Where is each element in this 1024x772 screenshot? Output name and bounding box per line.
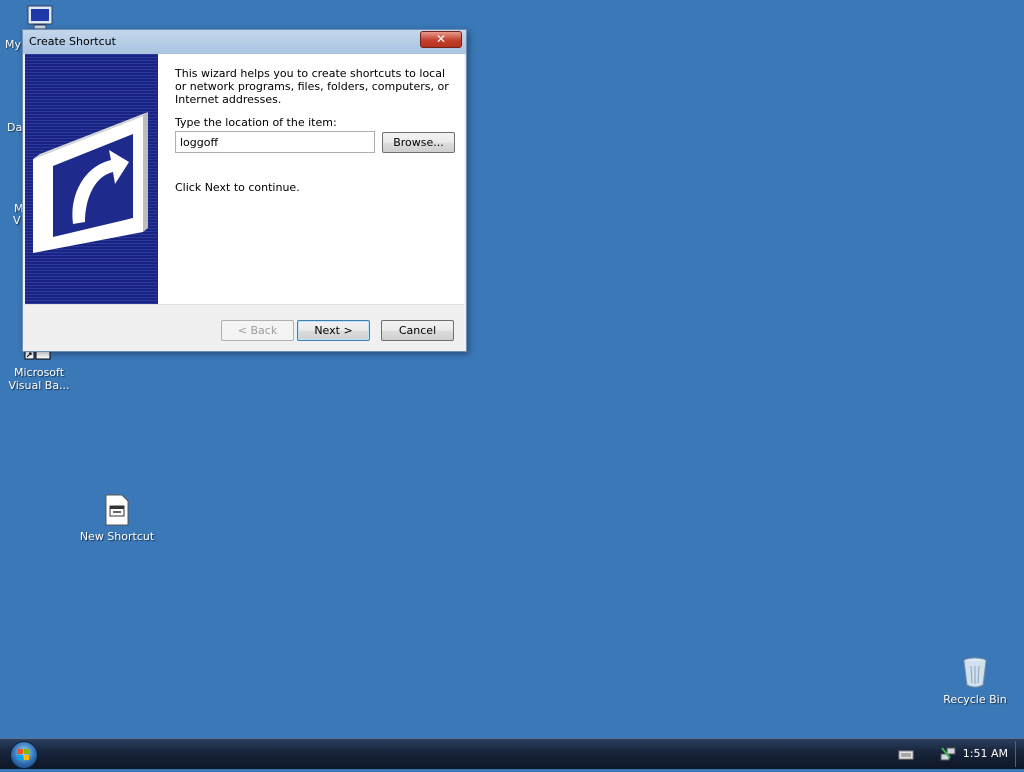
start-button[interactable] [10,741,38,769]
desktop-icon-new-shortcut[interactable]: New Shortcut [77,494,157,543]
desktop-icon-recycle-bin[interactable]: Recycle Bin [940,656,1010,706]
windows-logo-icon [18,749,29,760]
wizard-intro-text: This wizard helps you to create shortcut… [175,67,449,106]
show-desktop-button[interactable] [1015,741,1022,767]
dialog-title: Create Shortcut [29,35,116,48]
wizard-content: This wizard helps you to create shortcut… [158,54,464,304]
dialog-titlebar[interactable]: Create Shortcut ✕ [23,30,466,54]
wizard-side-panel [25,54,158,304]
create-shortcut-dialog: Create Shortcut ✕ This wizard helps you … [22,29,467,352]
dialog-client-area: This wizard helps you to create shortcut… [25,54,464,349]
network-icon[interactable] [940,746,956,762]
shortcut-arrow-icon [33,112,148,253]
shortcut-file-icon [105,494,129,526]
keyboard-icon[interactable] [898,749,914,761]
continue-text: Click Next to continue. [175,181,300,194]
desktop-icon-label: Microsoft Visual Ba... [8,366,70,392]
desktop-label-partial-v[interactable]: V [13,214,21,227]
browse-button[interactable]: Browse... [382,132,455,153]
desktop-icon-label: Recycle Bin [943,693,1007,706]
taskbar: 1:51 AM [0,738,1024,769]
my-computer-icon[interactable] [24,4,56,32]
desktop-label-partial-da[interactable]: Da [7,121,22,134]
next-button[interactable]: Next > [297,320,370,341]
cancel-button[interactable]: Cancel [381,320,454,341]
location-input[interactable] [175,131,375,153]
desktop-label-partial-my[interactable]: My [5,38,21,51]
taskbar-clock[interactable]: 1:51 AM [963,747,1008,760]
close-icon: ✕ [435,32,447,46]
recycle-bin-icon [963,657,987,688]
location-label: Type the location of the item: [175,116,337,129]
desktop-icon-visual-basic[interactable]: Microsoft Visual Ba... [4,350,74,392]
computer-icon [27,5,53,30]
back-button[interactable]: < Back [221,320,294,341]
desktop-icon-label: New Shortcut [79,530,155,543]
close-button[interactable]: ✕ [420,31,462,48]
wizard-button-bar: < Back Next > Cancel [25,304,464,349]
